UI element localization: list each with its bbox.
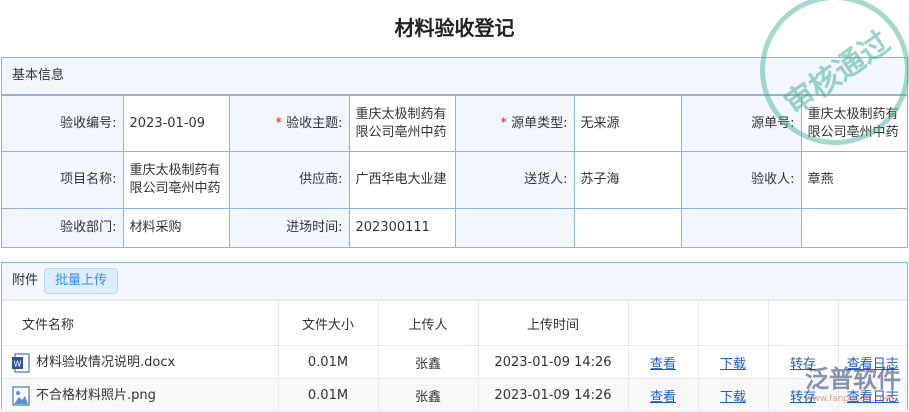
info-row: 验收部门: 材料采购 进场时间: 202300111	[2, 208, 907, 247]
field-value: 重庆太极制药有限公司亳州中药	[348, 95, 456, 152]
field-value: 202300111	[348, 208, 456, 247]
header-file-size: 文件大小	[277, 300, 379, 346]
download-link[interactable]: 下载	[720, 357, 746, 372]
upload-time: 2023-01-09 14:26	[477, 378, 629, 412]
info-row: 项目名称: 重庆太极制药有限公司亳州中药 供应商: 广西华电大业建 送货人: 苏子海 验收人…	[2, 151, 907, 209]
header-upload-time: 上传时间	[477, 300, 629, 346]
attachment-panel: 附件 批量上传 文件名称 文件大小 上传人 上传时间 W 材料验收情况说明.docx…	[1, 262, 908, 412]
field-label: * 验收主题:	[228, 95, 350, 152]
field-value: 重庆太极制药有限公司亳州中药	[122, 151, 230, 209]
word-file-icon: W	[12, 353, 30, 373]
uploader: 张鑫	[377, 378, 479, 412]
field-label: * 源单类型:	[454, 95, 575, 152]
field-label: 项目名称:	[2, 151, 124, 209]
upload-time: 2023-01-09 14:26	[477, 345, 629, 379]
watermark-logo: 泛普软件 www.fanpusoft.com	[805, 365, 901, 404]
field-value	[800, 208, 907, 247]
field-label: 验收编号:	[2, 95, 124, 152]
file-size: 0.01M	[277, 378, 379, 412]
view-link[interactable]: 查看	[650, 390, 676, 405]
field-value: 2023-01-09	[122, 95, 230, 152]
basic-info-table: 验收编号: 2023-01-09 * 验收主题: 重庆太极制药有限公司亳州中药 * 源单…	[2, 95, 907, 247]
table-header: 文件名称 文件大小 上传人 上传时间	[2, 300, 907, 346]
field-label: 验收人:	[680, 151, 802, 209]
field-label: 送货人:	[454, 151, 575, 209]
attachment-table: 文件名称 文件大小 上传人 上传时间 W 材料验收情况说明.docx 0.01M …	[2, 300, 907, 412]
field-label: 供应商:	[228, 151, 350, 209]
uploader: 张鑫	[377, 345, 479, 379]
field-value: 无来源	[573, 95, 682, 152]
view-link[interactable]: 查看	[650, 357, 676, 372]
svg-text:W: W	[14, 359, 22, 368]
download-link[interactable]: 下载	[720, 390, 746, 405]
image-file-icon	[12, 386, 30, 406]
header-uploader: 上传人	[377, 300, 479, 346]
file-name: 材料验收情况说明.docx	[36, 355, 176, 371]
field-value: 广西华电大业建	[348, 151, 456, 209]
field-label	[680, 208, 802, 247]
field-label: 进场时间:	[228, 208, 350, 247]
field-label	[454, 208, 575, 247]
field-value: 苏子海	[573, 151, 682, 209]
field-value	[573, 208, 682, 247]
header-file-name: 文件名称	[2, 300, 279, 346]
required-marker: *	[500, 115, 512, 131]
required-marker: *	[275, 115, 287, 131]
file-row: W 材料验收情况说明.docx 0.01M 张鑫 2023-01-09 14:26…	[2, 345, 907, 379]
field-value: 材料采购	[122, 208, 230, 247]
field-label: 验收部门:	[2, 208, 124, 247]
section-title: 附件	[12, 273, 39, 288]
field-value: 章燕	[800, 151, 907, 209]
batch-upload-button[interactable]: 批量上传	[44, 268, 119, 294]
file-row: 不合格材料照片.png 0.01M 张鑫 2023-01-09 14:26 查看…	[2, 378, 907, 412]
file-name: 不合格材料照片.png	[36, 388, 156, 404]
file-size: 0.01M	[277, 345, 379, 379]
